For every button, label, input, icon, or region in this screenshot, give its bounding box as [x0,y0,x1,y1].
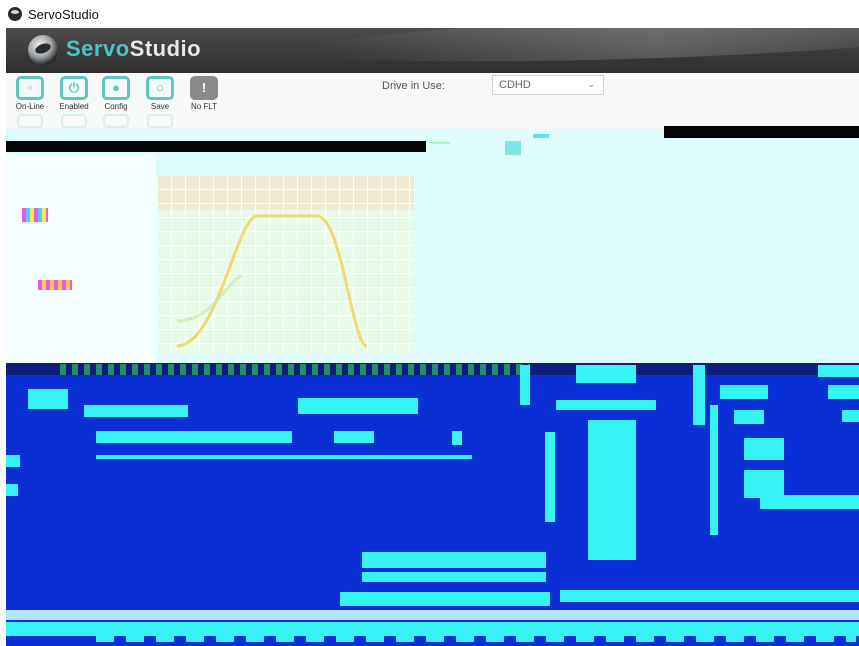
glitch-fragment [298,398,418,414]
logo-text: ServoStudio [66,36,201,62]
save-icon: ○ [146,76,174,100]
glitch-fragment [828,385,859,399]
online-ghost-icon [17,114,43,128]
glitch-fragment [720,385,768,399]
enabled-ghost-icon [61,114,87,128]
glitch-fragment [6,484,18,496]
enabled-label: Enabled [59,102,89,111]
power-icon: ⏻ [60,76,88,100]
no-fault-button[interactable]: ! No FLT [184,76,224,111]
glitch-fragment [96,636,856,642]
drive-in-use-label: Drive in Use: [382,80,445,92]
config-icon: ● [102,76,130,100]
glitch-fragment [38,280,72,290]
glitch-fragment [520,365,530,405]
title-bar: ServoStudio [0,0,859,28]
glitch-fragment [560,590,859,602]
plug-icon: ◦ [16,76,44,100]
glitch-bar [664,126,859,138]
glitch-bar [6,141,426,152]
glitch-fragment [6,455,20,467]
glitch-fragment [556,400,656,410]
glitch-fragment [505,141,521,155]
glitch-fragment [744,470,784,498]
glitch-fragment [362,552,546,568]
glitch-fragment [362,572,546,582]
enabled-button[interactable]: ⏻ Enabled [54,76,94,128]
glitch-fragment [588,420,636,560]
save-label: Save [150,102,170,111]
glitch-fragment [334,431,374,443]
glitch-fragment [96,455,472,459]
glitch-fragment [430,142,450,144]
motion-profile-curve [176,214,368,348]
logo-text-part2: Studio [129,36,202,61]
window-title: ServoStudio [28,6,99,22]
fault-icon: ! [190,76,218,100]
glitch-fragment [842,410,859,422]
servostudio-logo-icon [28,35,58,65]
app-icon [8,7,22,21]
glitch-fragment [28,389,68,409]
glitch-fragment [818,365,859,377]
app-banner: ServoStudio [6,28,859,73]
glitch-fragment [84,405,188,417]
navigation-tree-panel [6,155,156,363]
banner-swoosh [305,28,859,71]
drive-select[interactable]: CDHD ⌄ [492,75,604,95]
online-button[interactable]: ◦ On-Line [10,76,50,128]
logo-text-part1: Servo [66,36,130,61]
drive-select-value: CDHD [499,79,531,91]
online-label: On-Line [15,102,45,111]
save-ghost-icon [147,114,173,128]
no-fault-label: No FLT [190,102,218,111]
glitch-fragment [6,622,859,636]
save-button[interactable]: ○ Save [140,76,180,128]
glitch-fragment [452,431,462,445]
glitch-fragment [710,405,718,535]
glitch-fragment [760,495,859,509]
glitch-fragment [340,592,550,606]
config-button[interactable]: ● Config [96,76,136,128]
glitch-fragment [22,208,48,222]
glitch-fragment [744,438,784,460]
glitch-fragment [734,410,764,424]
config-label: Config [104,102,128,111]
glitch-fragment [576,365,636,383]
glitch-fragment [96,431,292,443]
config-ghost-icon [103,114,129,128]
chevron-down-icon: ⌄ [587,79,595,89]
glitch-fragment [6,610,859,620]
glitch-fragment [545,432,555,522]
glitch-fragment [533,134,549,138]
glitch-fragment [693,365,705,425]
